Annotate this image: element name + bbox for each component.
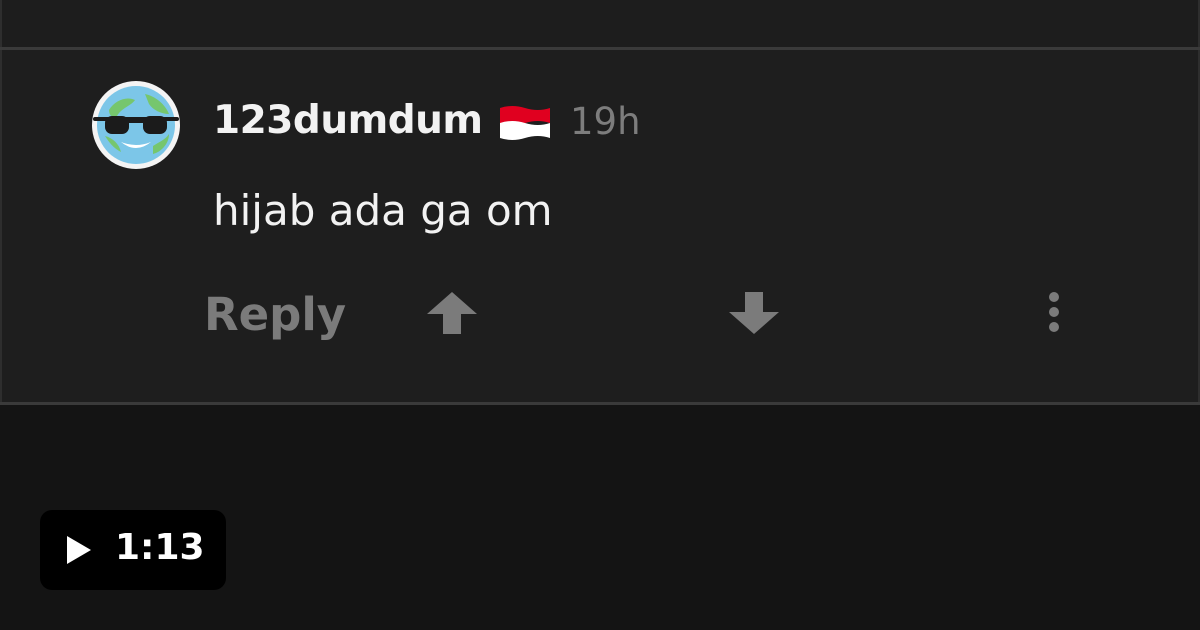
earth-sunglasses-avatar-icon [92,81,180,169]
username[interactable]: 123dumdum [213,98,483,143]
video-duration-badge[interactable]: 1:13 [40,510,226,590]
comment-text: hijab ada ga om [213,186,553,235]
more-vertical-icon [1049,292,1059,332]
previous-comment-area [0,0,1200,47]
avatar[interactable] [91,80,181,170]
divider [0,402,1200,405]
page: 123dumdum 19h hijab ada ga om Reply 1:13 [0,0,1200,630]
arrow-down-icon [729,292,779,334]
reply-button[interactable]: Reply [204,288,346,341]
play-icon [67,536,91,564]
downvote-button[interactable] [727,290,781,336]
indonesia-flag-icon [498,104,552,142]
upvote-button[interactable] [425,290,479,336]
more-options-button[interactable] [1040,290,1068,334]
arrow-up-icon [427,292,477,334]
timestamp: 19h [570,100,641,143]
video-duration: 1:13 [115,527,205,568]
